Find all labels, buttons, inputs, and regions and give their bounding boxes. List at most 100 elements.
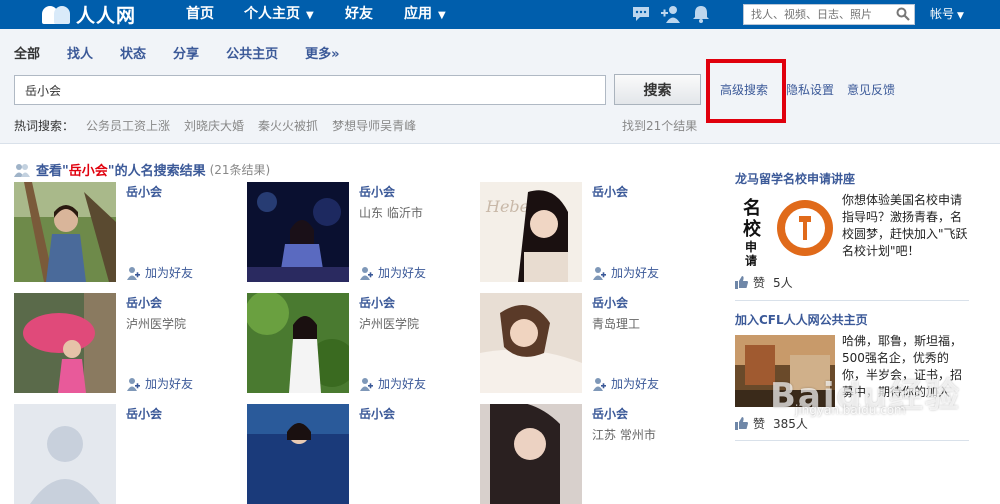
person-info: 泸州医学院 (359, 317, 420, 331)
feedback-link[interactable]: 意见反馈 (847, 81, 895, 98)
search-tabs: 全部 找人 状态 分享 公共主页 更多» (14, 43, 366, 62)
like-count: 385人 (773, 417, 808, 431)
ad-image[interactable]: 名 校 申 请 (735, 194, 835, 266)
person-card: 岳小会 (14, 404, 244, 504)
search-panel: 全部 找人 状态 分享 公共主页 更多» 搜索 高级搜索 隐私设置 意见反馈 热… (0, 29, 1000, 144)
like-count: 5人 (773, 276, 793, 290)
sidebar-divider (735, 300, 969, 301)
person-name[interactable]: 岳小会 (359, 405, 395, 422)
person-card: 岳小会 加为好友 (14, 182, 244, 282)
add-friend-label: 加为好友 (145, 377, 194, 391)
top-navbar: 人人网 首页 个人主页▼ 好友 应用▼ 帐号▼ (0, 0, 1000, 29)
results-heading-suffix: "的人名搜索结果 (107, 164, 206, 179)
results-heading-prefix: 查看" (36, 164, 69, 179)
person-photo[interactable] (14, 182, 116, 282)
nav-search-input[interactable] (744, 5, 892, 24)
person-name[interactable]: 岳小会 (126, 183, 162, 200)
person-photo[interactable]: Hebe (480, 182, 582, 282)
nav-profile-label: 个人主页 (244, 6, 300, 22)
ad-title[interactable]: 加入CFL人人网公共主页 (735, 313, 868, 327)
tab-status[interactable]: 状态 (120, 43, 146, 62)
sidebar-ad-2: 加入CFL人人网公共主页 哈佛，耶鲁，斯坦福，500强名企，优秀的你，半岁会，证… (735, 311, 969, 436)
person-name[interactable]: 岳小会 (592, 405, 628, 422)
ad-title[interactable]: 龙马留学名校申请讲座 (735, 172, 855, 186)
person-card: 岳小会 泸州医学院 加为好友 (14, 293, 244, 393)
add-friend-button[interactable]: 加为好友 (359, 375, 426, 392)
message-icon[interactable] (631, 5, 651, 23)
person-name[interactable]: 岳小会 (592, 294, 628, 311)
chevron-down-icon: ▼ (957, 11, 964, 21)
add-friend-button[interactable]: 加为好友 (359, 264, 426, 281)
search-icon[interactable] (896, 7, 910, 21)
search-input[interactable] (15, 76, 605, 104)
person-photo[interactable] (247, 404, 349, 504)
nav-profile[interactable]: 个人主页 ▼ (244, 0, 314, 29)
add-friend-icon (592, 377, 606, 391)
search-query-box (14, 75, 606, 105)
person-name[interactable]: 岳小会 (359, 294, 395, 311)
like-label: 赞 (753, 417, 766, 431)
result-count-text: 找到21个结果 (622, 119, 698, 133)
person-photo[interactable] (14, 293, 116, 393)
ad-image[interactable] (735, 335, 835, 407)
add-friend-label: 加为好友 (378, 266, 427, 280)
nav-home[interactable]: 首页 (186, 0, 214, 29)
hot-words: 热词搜索： 公务员工资上涨 刘晓庆大婚 秦火火被抓 梦想导师吴青峰 (14, 117, 430, 134)
add-friend-icon (359, 266, 373, 280)
person-photo[interactable] (480, 293, 582, 393)
hot-word-item[interactable]: 梦想导师吴青峰 (332, 117, 416, 134)
site-logo[interactable]: 人人网 (42, 2, 136, 27)
add-friend-icon (359, 377, 373, 391)
account-menu[interactable]: 帐号 ▼ (930, 0, 964, 29)
person-card: 岳小会 (247, 404, 477, 504)
tab-share[interactable]: 分享 (173, 43, 199, 62)
tab-all[interactable]: 全部 (14, 43, 40, 62)
hot-word-item[interactable]: 刘晓庆大婚 (184, 117, 244, 134)
advanced-search-link[interactable]: 高级搜索 (720, 81, 768, 98)
add-friend-button[interactable]: 加为好友 (126, 375, 193, 392)
person-name[interactable]: 岳小会 (126, 294, 162, 311)
sidebar-divider (735, 440, 969, 441)
notification-bell-icon[interactable] (691, 5, 711, 23)
nav-apps[interactable]: 应用 ▼ (404, 0, 446, 29)
results-heading-query[interactable]: 岳小会 (69, 160, 108, 179)
add-friend-button[interactable]: 加为好友 (592, 375, 659, 392)
person-photo[interactable] (247, 293, 349, 393)
person-info: 青岛理工 (592, 317, 641, 331)
add-friend-button[interactable]: 加为好友 (126, 264, 193, 281)
person-name[interactable]: 岳小会 (592, 183, 628, 200)
person-photo[interactable] (247, 182, 349, 282)
hot-word-item[interactable]: 秦火火被抓 (258, 117, 318, 134)
add-friend-button[interactable]: 加为好友 (592, 264, 659, 281)
person-card: 岳小会 山东 临沂市 加为好友 (247, 182, 477, 282)
tab-people[interactable]: 找人 (67, 43, 93, 62)
like-label: 赞 (753, 276, 766, 290)
privacy-settings-link[interactable]: 隐私设置 (786, 81, 834, 98)
nav-search-box (743, 4, 915, 25)
add-friend-icon (592, 266, 606, 280)
nav-apps-label: 应用 (404, 6, 432, 22)
person-info: 泸州医学院 (126, 317, 187, 331)
like-button[interactable]: 赞 5人 (735, 274, 793, 291)
person-photo[interactable] (480, 404, 582, 504)
thumbs-up-icon (735, 276, 748, 289)
tab-more[interactable]: 更多» (305, 43, 339, 62)
ad-body: 你想体验美国名校申请指导吗？激扬青春，名校圆梦，赶快加入"飞跃名校计划"吧！ (842, 193, 968, 258)
hot-word-item[interactable]: 公务员工资上涨 (86, 117, 170, 134)
results-heading: 查看" 岳小会 "的人名搜索结果 (21条结果) (14, 160, 270, 179)
ad-image-char: 请 (745, 254, 758, 266)
like-button[interactable]: 赞 385人 (735, 415, 808, 432)
search-button[interactable]: 搜索 (614, 74, 701, 105)
nav-friends[interactable]: 好友 (345, 0, 373, 29)
add-friend-icon[interactable] (660, 5, 680, 23)
person-name[interactable]: 岳小会 (359, 183, 395, 200)
person-name[interactable]: 岳小会 (126, 405, 162, 422)
hot-words-label: 热词搜索： (14, 119, 75, 133)
people-icon (14, 163, 30, 177)
account-label: 帐号 (930, 7, 955, 21)
ad-body: 哈佛，耶鲁，斯坦福，500强名企，优秀的你，半岁会，证书，招募中，期待你的加入 (842, 334, 963, 399)
add-friend-label: 加为好友 (145, 266, 194, 280)
person-photo[interactable] (14, 404, 116, 504)
tab-public-pages[interactable]: 公共主页 (226, 43, 278, 62)
logo-text: 人人网 (76, 5, 137, 27)
